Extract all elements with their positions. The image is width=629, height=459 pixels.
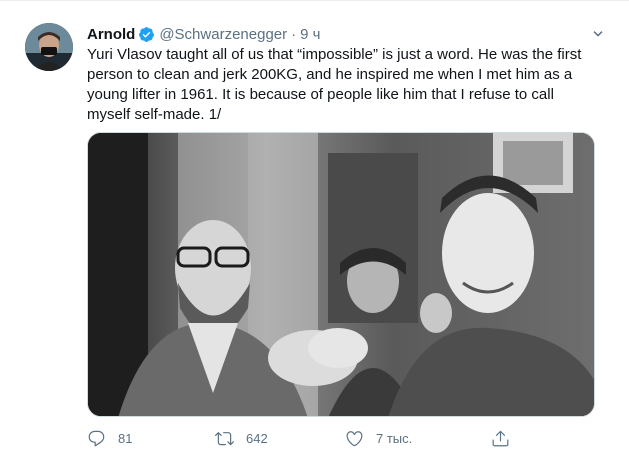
caret-down-icon[interactable]: [589, 25, 607, 43]
retweet-icon: [215, 431, 234, 445]
share-button[interactable]: [491, 427, 522, 449]
tweet-header: Arnold @Schwarzenegger · 9 ч: [87, 23, 320, 45]
share-icon: [492, 430, 509, 446]
retweet-count: 642: [246, 430, 268, 446]
reply-count: 81: [118, 430, 133, 446]
author-name[interactable]: Arnold: [87, 26, 135, 43]
reply-button[interactable]: 81: [87, 427, 132, 449]
like-icon: [346, 430, 363, 446]
retweet-button[interactable]: 642: [215, 427, 268, 449]
header-separator: ·: [291, 25, 297, 43]
tweet-card[interactable]: Arnold @Schwarzenegger · 9 ч Yuri Vlasov…: [0, 0, 629, 459]
author-avatar[interactable]: [25, 23, 73, 71]
like-count: 7 тыс.: [376, 430, 413, 446]
tweet-text-line: Yuri Vlasov taught all of us that “impos…: [87, 46, 582, 63]
tweet-text: Yuri Vlasov taught all of us that “impos…: [87, 45, 607, 125]
tweet-actions: 81 642 7 тыс.: [87, 427, 527, 449]
tweet-text-line: young lifter in 1961. It is because of p…: [87, 86, 554, 103]
author-handle[interactable]: @Schwarzenegger: [159, 26, 287, 43]
tweet-text-line: person to clean and jerk 200KG, and he i…: [87, 66, 573, 83]
tweet-photo[interactable]: [87, 132, 595, 417]
verified-badge-icon: [139, 26, 155, 42]
reply-icon: [88, 430, 105, 446]
tweet-timestamp[interactable]: 9 ч: [300, 26, 320, 43]
like-button[interactable]: 7 тыс.: [345, 427, 412, 449]
tweet-text-line: myself self-made. 1/: [87, 106, 222, 123]
